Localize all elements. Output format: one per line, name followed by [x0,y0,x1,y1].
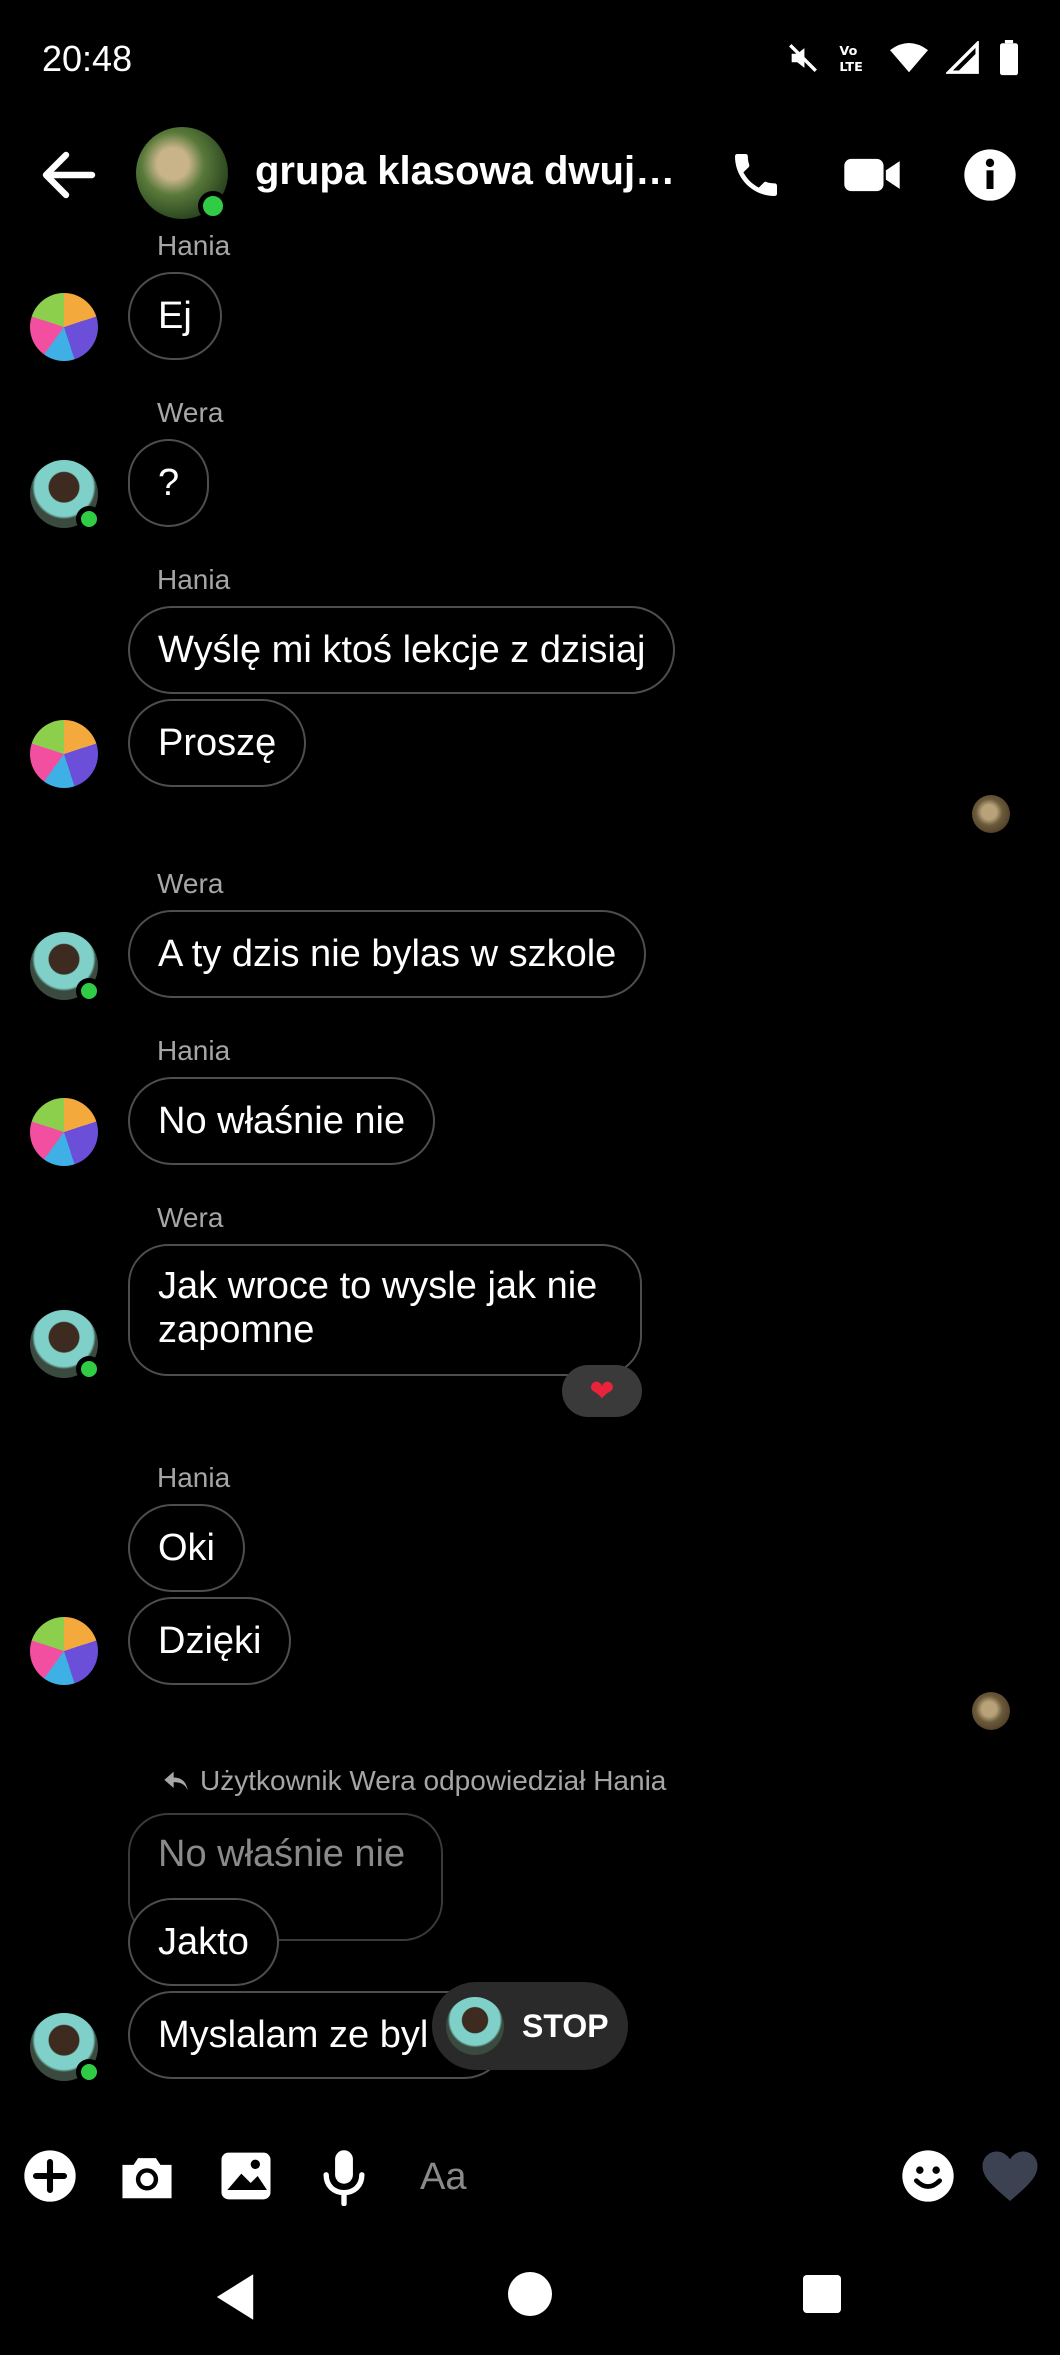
status-time: 20:48 [42,38,133,79]
phone-call-icon[interactable] [728,147,784,203]
sender-name: Wera [157,1202,224,1233]
volte-icon: VoLTE [839,44,862,75]
video-call-icon[interactable] [842,147,902,203]
reply-meta: Użytkownik Wera odpowiedział Hania [162,1765,666,1797]
reply-arrow-icon [164,1771,188,1791]
message-bubble[interactable]: Proszę [128,699,307,787]
heart-icon: ❤ [589,1374,615,1408]
message-bubble[interactable]: Ej [128,272,222,360]
avatar-hania[interactable] [30,1617,98,1685]
online-indicator [76,506,102,532]
message-input[interactable]: Aa [420,2156,466,2199]
wifi-icon [890,42,928,73]
sender-name: Wera [157,397,224,428]
seen-receipt-avatar [972,795,1010,833]
stop-label: STOP [522,2007,609,2044]
online-indicator [76,978,102,1004]
seen-receipt-avatar [972,1692,1010,1730]
sender-name: Wera [157,868,224,899]
image-icon[interactable] [218,2148,274,2204]
svg-text:LTE: LTE [839,60,862,75]
sender-name: Hania [157,1462,231,1493]
svg-text:Vo: Vo [839,44,857,59]
sender-name: Hania [157,1035,231,1066]
camera-icon[interactable] [118,2148,176,2204]
system-nav-bar [0,2240,1060,2355]
heart-reaction[interactable]: ❤ [562,1365,642,1417]
microphone-icon[interactable] [318,2148,370,2206]
battery-icon [1000,40,1018,76]
back-arrow-icon[interactable] [40,149,96,201]
chat-header: grupa klasowa dwujęzy... [0,125,1060,225]
avatar-hania[interactable] [30,293,98,361]
message-bubble[interactable]: A ty dzis nie bylas w szkole [128,910,647,998]
sender-name: Hania [157,564,231,595]
reply-meta-text: Użytkownik Wera odpowiedział Hania [200,1765,667,1796]
online-indicator [76,2059,102,2085]
nav-back-icon[interactable] [212,2272,258,2322]
status-bar: 20:48 Vo LTE [0,0,1060,120]
message-bubble[interactable]: Dzięki [128,1597,292,1685]
avatar-hania[interactable] [30,720,98,788]
stop-avatar [446,1997,504,2055]
message-bubble[interactable]: Jakto [128,1898,279,1986]
heart-icon[interactable] [980,2148,1040,2204]
message-text: Jak wroce to wysle jak nie zapomne [158,1265,598,1351]
online-indicator [76,1356,102,1382]
signal-icon [946,41,979,74]
message-bubble[interactable]: No właśnie nie [128,1077,436,1165]
plus-icon[interactable] [22,2148,78,2204]
message-bubble[interactable]: Oki [128,1504,245,1592]
avatar-hania[interactable] [30,1098,98,1166]
status-icons: Vo LTE [786,40,1020,76]
message-bubble[interactable]: Wyślę mi ktoś lekcje z dzisiaj [128,606,676,694]
chat-title[interactable]: grupa klasowa dwujęzy... [255,149,695,194]
message-bubble[interactable]: ? [128,439,210,527]
nav-home-icon[interactable] [508,2272,552,2316]
online-indicator [198,191,228,221]
mute-icon [789,44,817,72]
composer-bar: Aa [0,2130,1060,2230]
info-icon[interactable] [962,147,1018,203]
nav-recents-icon[interactable] [803,2275,841,2313]
sender-name: Hania [157,230,231,261]
stop-button[interactable]: STOP [432,1982,628,2070]
emoji-icon[interactable] [900,2148,956,2204]
message-bubble[interactable]: Jak wroce to wysle jak nie zapomne [128,1244,642,1376]
